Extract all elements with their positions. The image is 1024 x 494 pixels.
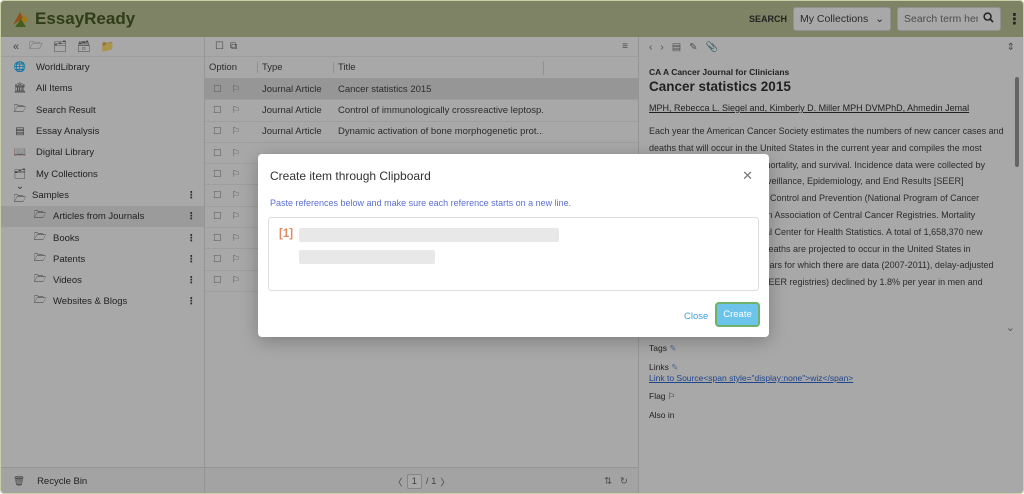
app-window: EssayReady SEARCH My Collections ⌄ ⋮ « 🗁… (0, 0, 1024, 494)
dialog-hint: Paste references below and make sure eac… (270, 198, 572, 208)
clipboard-dialog: Create item through Clipboard ✕ Paste re… (258, 154, 769, 337)
reference-input[interactable]: [1] (268, 217, 759, 291)
dialog-title: Create item through Clipboard (270, 169, 431, 183)
close-button[interactable]: Close (684, 311, 708, 322)
create-button[interactable]: Create (715, 302, 760, 327)
close-icon[interactable]: ✕ (742, 168, 753, 184)
line-number: [1] (279, 228, 294, 240)
placeholder-line (299, 250, 435, 264)
placeholder-line (299, 228, 559, 242)
